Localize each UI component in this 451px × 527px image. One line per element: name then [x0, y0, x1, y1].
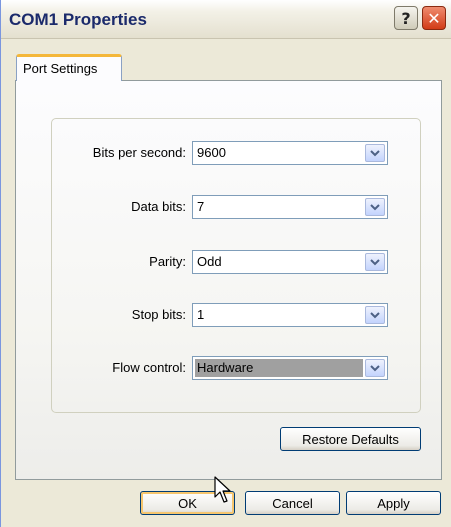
bits-per-second-select[interactable]: 9600	[192, 141, 388, 165]
tab-port-settings[interactable]: Port Settings	[16, 54, 122, 81]
close-button[interactable]: ✕	[422, 6, 446, 30]
chevron-down-icon[interactable]	[365, 144, 385, 162]
flow-control-select[interactable]: Hardware	[192, 356, 388, 380]
help-button[interactable]: ?	[394, 6, 418, 30]
chevron-down-icon[interactable]	[365, 253, 385, 271]
apply-button[interactable]: Apply	[346, 491, 441, 515]
data-bits-value: 7	[197, 199, 205, 214]
data-bits-select[interactable]: 7	[192, 195, 388, 219]
stop-bits-value: 1	[197, 307, 205, 322]
com1-properties-dialog: COM1 Properties ? ✕ Port Settings Bits p…	[0, 0, 451, 527]
cancel-button[interactable]: Cancel	[245, 491, 340, 515]
bits-per-second-value: 9600	[197, 145, 226, 160]
chevron-down-icon[interactable]	[365, 306, 385, 324]
window-title: COM1 Properties	[9, 10, 147, 29]
flow-control-label: Flow control:	[112, 360, 186, 375]
stop-bits-label: Stop bits:	[131, 307, 186, 322]
chevron-down-icon[interactable]	[365, 359, 385, 377]
parity-value: Odd	[197, 254, 222, 269]
restore-defaults-button[interactable]: Restore Defaults	[280, 427, 421, 451]
bits-per-second-label: Bits per second:	[92, 145, 186, 160]
close-icon: ✕	[427, 8, 441, 28]
flow-control-value: Hardware	[197, 360, 254, 375]
help-icon: ?	[401, 8, 411, 28]
stop-bits-select[interactable]: 1	[192, 303, 388, 327]
parity-label: Parity:	[149, 254, 186, 269]
parity-select[interactable]: Odd	[192, 250, 388, 274]
title-bar[interactable]: COM1 Properties ? ✕	[1, 0, 451, 39]
mouse-pointer-icon	[214, 476, 232, 509]
tab-label: Port Settings	[23, 61, 98, 76]
data-bits-label: Data bits:	[131, 199, 186, 214]
chevron-down-icon[interactable]	[365, 198, 385, 216]
